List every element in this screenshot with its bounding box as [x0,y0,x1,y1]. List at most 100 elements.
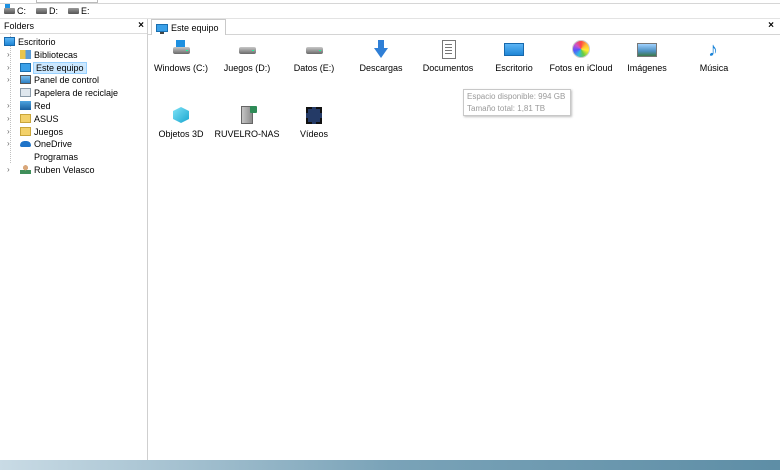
item-windows-c[interactable]: Windows (C:) [148,35,214,73]
tree-item-label: Juegos [34,126,64,137]
downloads-icon [370,39,392,61]
documents-icon [437,39,459,61]
folder-tree: Escritorio › Bibliotecas › Este equipo › Pa… [0,34,147,177]
tree-item-label: Papelera de reciclaje [34,88,119,99]
tree-item-label: Programas [34,152,79,163]
folders-panel-close-button[interactable]: × [138,19,144,33]
folders-panel: Folders × Escritorio › Bibliotecas › Este … [0,19,148,460]
item-ruvelro-nas[interactable]: RUVELRO-NAS [214,101,280,139]
system-drive-icon [4,4,15,14]
tree-item-label: Este equipo [33,61,87,74]
libraries-icon [20,49,31,59]
folders-panel-title: Folders [4,21,35,31]
tree-item-label: Ruben Velasco [34,164,95,175]
item-juegos-d[interactable]: Juegos (D:) [214,35,280,73]
tree-item-este-equipo[interactable]: › Este equipo [0,61,147,75]
computer-icon [156,23,168,34]
item-label: RUVELRO-NAS [214,129,280,139]
drive-button-c[interactable]: C: [4,4,26,16]
item-escritorio[interactable]: Escritorio [481,35,547,73]
item-label: Objetos 3D [158,129,204,139]
blank-icon [20,152,31,161]
tab-este-equipo[interactable]: Este equipo [151,19,226,35]
drive-label: E: [81,6,90,16]
item-label: Descargas [359,63,403,73]
bottom-taskbar-strip [0,460,780,470]
drive-info-tooltip: Espacio disponible: 994 GB Tamaño total:… [463,89,571,116]
onedrive-icon [20,141,31,148]
desktop-icon [503,39,525,61]
item-label: Música [699,63,729,73]
control-panel-icon [20,75,31,85]
user-icon [20,164,31,174]
item-videos[interactable]: Vídeos [281,101,347,139]
folder-icon [20,126,31,136]
drive-icon [36,8,47,14]
item-imagenes[interactable]: Imágenes [614,35,680,73]
desktop-icon [4,37,15,46]
tooltip-free-space: Espacio disponible: 994 GB [467,92,566,101]
content-close-button[interactable]: × [768,20,774,31]
tree-item-label: Bibliotecas [34,49,78,60]
tree-item-juegos[interactable]: › Juegos [0,126,147,139]
drive-button-e[interactable]: E: [68,6,90,16]
item-datos-e[interactable]: Datos (E:) [281,35,347,73]
tree-item-label: Panel de control [34,75,100,86]
hard-drive-icon [303,39,325,61]
folders-panel-header: Folders × [0,19,147,34]
item-fotos-icloud[interactable]: Fotos en iCloud [548,35,614,73]
toolbar-stub [36,0,98,3]
hard-drive-icon [236,39,258,61]
drive-icon [68,8,79,14]
tree-item-onedrive[interactable]: › OneDrive [0,138,147,151]
icloud-photos-icon [570,39,592,61]
system-drive-icon [170,39,192,61]
tree-item-label: Escritorio [18,37,56,47]
computer-icon [20,62,31,72]
item-label: Windows (C:) [153,63,208,73]
tree-item-ruben-velasco[interactable]: › Ruben Velasco [0,164,147,177]
tree-item-programas[interactable]: Programas [0,151,147,164]
tab-label: Este equipo [171,22,219,33]
tree-item-label: OneDrive [34,139,73,150]
item-musica[interactable]: ♪ Música [681,35,747,73]
item-label: Documentos [422,63,474,73]
item-documentos[interactable]: Documentos [415,35,481,73]
drive-button-d[interactable]: D: [36,6,58,16]
expand-arrow-icon[interactable]: › [7,49,10,62]
expand-arrow-icon[interactable]: › [7,138,10,151]
tree-item-red[interactable]: › Red [0,100,147,113]
folder-icon [20,113,31,123]
expand-arrow-icon[interactable]: › [7,164,10,177]
tree-item-escritorio[interactable]: Escritorio [0,36,147,49]
item-label: Imágenes [627,63,667,73]
tree-item-label: ASUS [34,113,59,124]
tree-item-label: Red [34,100,51,111]
tree-item-panel-de-control[interactable]: › Panel de control [0,74,147,87]
item-label: Juegos (D:) [223,63,271,73]
expand-arrow-icon[interactable]: › [7,62,10,75]
expand-arrow-icon[interactable]: › [7,126,10,139]
item-descargas[interactable]: Descargas [348,35,414,73]
tooltip-total-size: Tamaño total: 1,81 TB [467,104,546,113]
content-pane: Este equipo × Windows (C:) Juegos (D:) D… [148,19,780,460]
expand-arrow-icon[interactable]: › [7,113,10,126]
nas-icon [236,105,258,127]
expand-arrow-icon[interactable]: › [7,100,10,113]
tree-item-asus[interactable]: › ASUS [0,113,147,126]
music-icon: ♪ [708,39,718,61]
drive-label: D: [49,6,58,16]
network-icon [20,100,31,110]
item-objetos-3d[interactable]: Objetos 3D [148,101,214,139]
recycle-bin-icon [20,88,31,98]
expand-arrow-icon[interactable]: › [7,74,10,87]
tree-item-bibliotecas[interactable]: › Bibliotecas [0,49,147,62]
3d-objects-icon [170,105,192,127]
pictures-icon [636,39,658,61]
item-label: Vídeos [299,129,329,139]
tree-item-papelera[interactable]: Papelera de reciclaje [0,87,147,100]
item-label: Escritorio [495,63,533,73]
tab-bar: Este equipo × [148,19,780,35]
item-label: Fotos en iCloud [549,63,613,73]
drive-label: C: [17,6,26,16]
